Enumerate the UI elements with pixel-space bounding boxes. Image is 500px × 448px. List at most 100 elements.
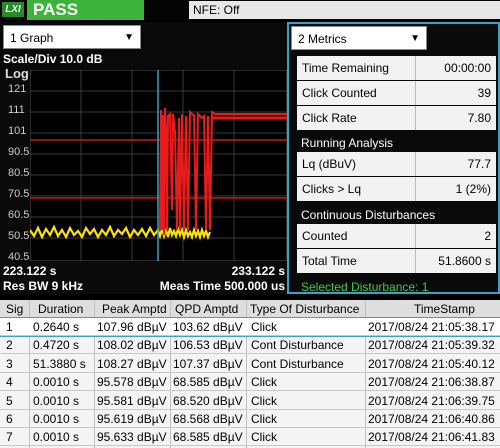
cell-qpd: 103.62 dBµV xyxy=(173,320,243,334)
cell-qpd: 106.53 dBµV xyxy=(173,338,243,353)
cell-duration: 51.3880 s xyxy=(33,356,86,371)
res-bw-label: Res BW 9 kHz xyxy=(3,279,84,293)
y-tick: 121 xyxy=(8,83,27,95)
metric-value: 2 xyxy=(484,229,491,243)
cell-duration: 0.0010 s xyxy=(33,393,80,408)
graph-view-dropdown-label: 1 Graph xyxy=(10,31,54,45)
trace-plot[interactable] xyxy=(30,70,287,261)
cell-timestamp: 2017/08/24 21:05:40.12 xyxy=(368,356,495,371)
graph-view-dropdown[interactable]: 1 Graph ▼ xyxy=(3,25,141,49)
cell-sig: 5 xyxy=(6,393,13,408)
metric-value: 7.80 xyxy=(467,111,491,125)
cell-timestamp: 2017/08/24 21:06:40.86 xyxy=(368,412,495,426)
metric-row-click-counted: Click Counted 39 xyxy=(297,81,496,105)
table-row[interactable]: 4 0.0010 s 95.578 dBµV 68.585 dBµV Click 2017… xyxy=(0,373,500,392)
red-trace xyxy=(159,107,287,236)
cell-duration: 0.4720 s xyxy=(33,338,80,353)
cell-peak: 95.578 dBµV xyxy=(97,375,167,390)
metric-label: Counted xyxy=(302,229,348,243)
col-header-timestamp[interactable]: TimeStamp xyxy=(414,300,475,318)
cell-timestamp: 2017/08/24 21:06:41.83 xyxy=(368,430,495,445)
cell-timestamp: 2017/08/24 21:05:39.32 xyxy=(368,338,495,353)
y-tick: 70.5 xyxy=(8,188,30,200)
cell-sig: 1 xyxy=(6,320,13,334)
cell-peak: 95.619 dBµV xyxy=(97,412,167,426)
col-header-duration[interactable]: Duration xyxy=(38,300,83,318)
table-row[interactable]: 2 0.4720 s 108.02 dBµV 106.53 dBµV Cont Dist… xyxy=(0,336,500,355)
y-tick: 90.5 xyxy=(8,146,30,158)
chevron-down-icon: ▼ xyxy=(124,32,134,43)
cell-type: Click xyxy=(251,375,277,390)
graph-panel: 1 Graph ▼ Scale/Div 10.0 dB Log 121 111 … xyxy=(0,22,287,294)
y-tick: 111 xyxy=(8,104,25,116)
metric-value: 1 (2%) xyxy=(455,182,491,196)
disturbance-table: Sig Duration Peak Amptd QPD Amptd Type O… xyxy=(0,300,500,448)
cell-peak: 95.633 dBµV xyxy=(97,430,167,445)
end-time-label: 233.122 s xyxy=(231,264,285,278)
y-tick: 101 xyxy=(8,125,27,137)
metric-label: Lq (dBuV) xyxy=(302,157,357,171)
meas-time-label: Meas Time 500.000 us xyxy=(159,279,285,293)
metric-row-counted: Counted 2 xyxy=(297,224,496,248)
metrics-view-dropdown-label: 2 Metrics xyxy=(298,32,347,46)
table-header: Sig Duration Peak Amptd QPD Amptd Type O… xyxy=(0,300,500,318)
log-scale-label: Log xyxy=(5,66,29,81)
cell-qpd: 68.520 dBµV xyxy=(173,393,243,408)
cell-peak: 108.02 dBµV xyxy=(97,338,167,353)
table-row[interactable]: 7 0.0010 s 95.633 dBµV 68.585 dBµV Click 2017… xyxy=(0,428,500,447)
cell-timestamp: 2017/08/24 21:06:38.87 xyxy=(368,375,495,390)
status-bar: LXI PASS NFE: Off xyxy=(0,0,500,20)
metric-label: Total Time xyxy=(302,254,357,268)
cell-sig: 4 xyxy=(6,375,13,390)
metric-row-clicks-gt-lq: Clicks > Lq 1 (2%) xyxy=(297,177,496,201)
cell-qpd: 68.585 dBµV xyxy=(173,430,243,445)
start-time-label: 223.122 s xyxy=(3,264,57,278)
cell-peak: 107.96 dBµV xyxy=(97,320,167,334)
cell-timestamp: 2017/08/24 21:06:39.75 xyxy=(368,393,495,408)
cell-sig: 6 xyxy=(6,412,13,426)
cell-sig: 3 xyxy=(6,356,13,371)
metrics-panel: 2 Metrics ▼ Time Remaining 00:00:00 Clic… xyxy=(287,22,500,294)
continuous-disturbances-title: Continuous Disturbances xyxy=(301,208,436,222)
metric-value: 00:00:00 xyxy=(444,61,491,75)
running-analysis-title: Running Analysis xyxy=(301,136,394,150)
metric-label: Click Counted xyxy=(302,86,377,100)
cell-type: Click xyxy=(251,412,277,426)
metric-label: Clicks > Lq xyxy=(302,182,362,196)
y-tick: 40.5 xyxy=(8,251,30,263)
cell-type: Click xyxy=(251,430,277,445)
selected-disturbance: Selected Disturbance: 1 xyxy=(301,280,429,294)
metric-row-click-rate: Click Rate 7.80 xyxy=(297,106,496,130)
metric-row-total-time: Total Time 51.8600 s xyxy=(297,249,496,273)
cell-timestamp: 2017/08/24 21:05:38.17 xyxy=(368,320,495,334)
table-row[interactable]: 3 51.3880 s 108.27 dBµV 107.37 dBµV Cont Dis… xyxy=(0,355,500,373)
lxi-logo: LXI xyxy=(2,2,24,17)
table-row[interactable]: 1 0.2640 s 107.96 dBµV 103.62 dBµV Click 2017… xyxy=(0,317,500,337)
cell-duration: 0.2640 s xyxy=(33,320,80,334)
pass-status-badge: PASS xyxy=(27,0,144,20)
metric-row-lq: Lq (dBuV) 77.7 xyxy=(297,152,496,176)
cell-peak: 95.581 dBµV xyxy=(97,393,167,408)
cell-qpd: 68.568 dBµV xyxy=(173,412,243,426)
nfe-status[interactable]: NFE: Off xyxy=(189,1,500,19)
table-row[interactable]: 5 0.0010 s 95.581 dBµV 68.520 dBµV Click 2017… xyxy=(0,392,500,410)
table-row[interactable]: 6 0.0010 s 95.619 dBµV 68.568 dBµV Click 2017… xyxy=(0,410,500,428)
col-header-qpd[interactable]: QPD Amptd xyxy=(175,300,238,318)
cell-sig: 7 xyxy=(6,430,13,445)
metric-value: 77.7 xyxy=(467,157,491,171)
cell-qpd: 68.585 dBµV xyxy=(173,375,243,390)
col-header-type[interactable]: Type Of Disturbance xyxy=(250,300,359,318)
cell-peak: 108.27 dBµV xyxy=(97,356,167,371)
metric-value: 51.8600 s xyxy=(438,254,491,268)
cell-qpd: 107.37 dBµV xyxy=(173,356,243,371)
scale-div-label: Scale/Div 10.0 dB xyxy=(3,52,103,66)
y-tick: 60.5 xyxy=(8,209,30,221)
col-header-sig[interactable]: Sig xyxy=(6,300,23,318)
cell-type: Click xyxy=(251,393,277,408)
metrics-view-dropdown[interactable]: 2 Metrics ▼ xyxy=(291,26,427,50)
y-tick: 50.5 xyxy=(8,230,30,242)
cell-type: Cont Disturbance xyxy=(251,356,344,371)
cell-sig: 2 xyxy=(6,338,13,353)
metric-value: 39 xyxy=(477,86,491,100)
col-header-peak[interactable]: Peak Amptd xyxy=(102,300,167,318)
